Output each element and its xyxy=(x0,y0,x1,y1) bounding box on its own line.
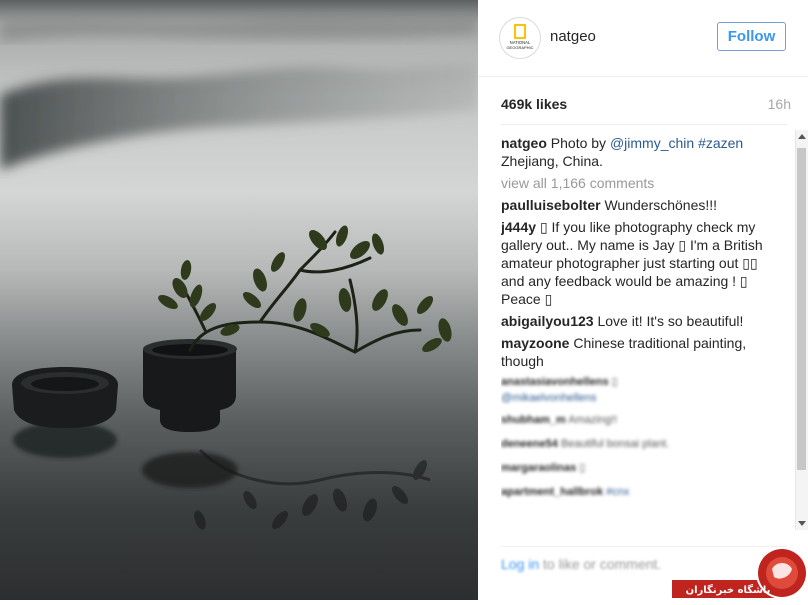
caption-text: Photo by xyxy=(550,135,607,151)
comment-username[interactable]: abigailyou123 xyxy=(501,313,594,329)
watermark: باشگاه خبرنگاران xyxy=(672,545,808,600)
comment-item: apartment_hallbrok #cnx xyxy=(501,482,771,502)
watermark-logo-icon: باشگاه خبرنگاران xyxy=(672,547,808,599)
caption: natgeo Photo by @jimmy_chin #zazen Zheji… xyxy=(501,134,771,170)
comments-scrollbar[interactable] xyxy=(795,130,808,530)
comment-username[interactable]: j444y xyxy=(501,219,536,235)
comment-username[interactable]: apartment_hallbrok xyxy=(501,486,603,498)
comment-text: ▯ xyxy=(611,376,618,388)
comment-mention-link[interactable]: @mikaelvonhellens xyxy=(501,392,597,404)
comment-item: deneene54 Beautiful bonsai plant. xyxy=(501,434,771,454)
comment-username[interactable]: shubham_m xyxy=(501,414,566,426)
login-prompt-text: to like or comment. xyxy=(543,556,662,572)
comment-item: j444y ▯ If you like photography check my… xyxy=(501,218,771,308)
comment-item: paulluisebolter Wunderschönes!!! xyxy=(501,196,771,214)
comment-text: Amazing!! xyxy=(568,414,618,426)
comment-username[interactable]: anastasiavonhellens xyxy=(501,376,609,388)
scroll-up-arrow-icon[interactable] xyxy=(796,130,808,144)
caption-location-text: Zhejiang, China. xyxy=(501,153,603,169)
likes-count[interactable]: 469k likes xyxy=(501,96,567,112)
post-photo[interactable] xyxy=(0,0,478,600)
natgeo-logo-icon: NATIONAL GEOGRAPHIC xyxy=(506,23,534,50)
post-age[interactable]: 16h xyxy=(768,96,791,112)
comment-username[interactable]: mayzoone xyxy=(501,335,569,351)
comment-item: margaraolinas ▯ xyxy=(501,458,771,478)
caption-mention-link[interactable]: @jimmy_chin xyxy=(610,135,694,151)
scroll-down-arrow-icon[interactable] xyxy=(796,516,808,530)
divider xyxy=(501,124,787,125)
svg-text:GEOGRAPHIC: GEOGRAPHIC xyxy=(506,45,533,50)
view-all-comments-link[interactable]: view all 1,166 comments xyxy=(501,174,771,192)
header-username[interactable]: natgeo xyxy=(550,28,596,45)
comment-list: natgeo Photo by @jimmy_chin #zazen Zheji… xyxy=(501,134,771,534)
comment-username[interactable]: paulluisebolter xyxy=(501,197,601,213)
post-details-panel: NATIONAL GEOGRAPHIC natgeo Follow 469k l… xyxy=(478,0,808,600)
scrollbar-thumb[interactable] xyxy=(797,148,806,470)
login-prompt: Log in to like or comment. xyxy=(501,556,661,572)
comment-item: anastasiavonhellens ▯ @mikaelvonhellens xyxy=(501,374,771,406)
comment-text: Beautiful bonsai plant. xyxy=(560,438,670,450)
comment-text: Wunderschönes!!! xyxy=(604,197,718,213)
login-link[interactable]: Log in xyxy=(501,556,539,572)
caption-username[interactable]: natgeo xyxy=(501,135,547,151)
watermark-text: باشگاه خبرنگاران xyxy=(686,583,771,596)
comment-item: abigailyou123 Love it! It's so beautiful… xyxy=(501,312,771,330)
post-stats: 469k likes 16h xyxy=(501,96,791,116)
post-header: NATIONAL GEOGRAPHIC natgeo Follow xyxy=(478,0,808,77)
follow-button[interactable]: Follow xyxy=(717,22,786,51)
caption-hashtag-link[interactable]: #zazen xyxy=(698,135,743,151)
comment-item: shubham_m Amazing!! xyxy=(501,410,771,430)
comment-hashtag-link[interactable]: #cnx xyxy=(606,486,629,498)
comment-username[interactable]: margaraolinas xyxy=(501,462,576,474)
comment-text: ▯ If you like photography check my galle… xyxy=(501,219,763,307)
bonsai-photo-image xyxy=(0,0,478,600)
comment-text: Love it! It's so beautiful! xyxy=(597,313,744,329)
comment-text: ▯ xyxy=(579,462,586,474)
avatar[interactable]: NATIONAL GEOGRAPHIC xyxy=(499,17,541,59)
comment-item: mayzoone Chinese traditional painting, t… xyxy=(501,334,771,370)
comment-username[interactable]: deneene54 xyxy=(501,438,558,450)
